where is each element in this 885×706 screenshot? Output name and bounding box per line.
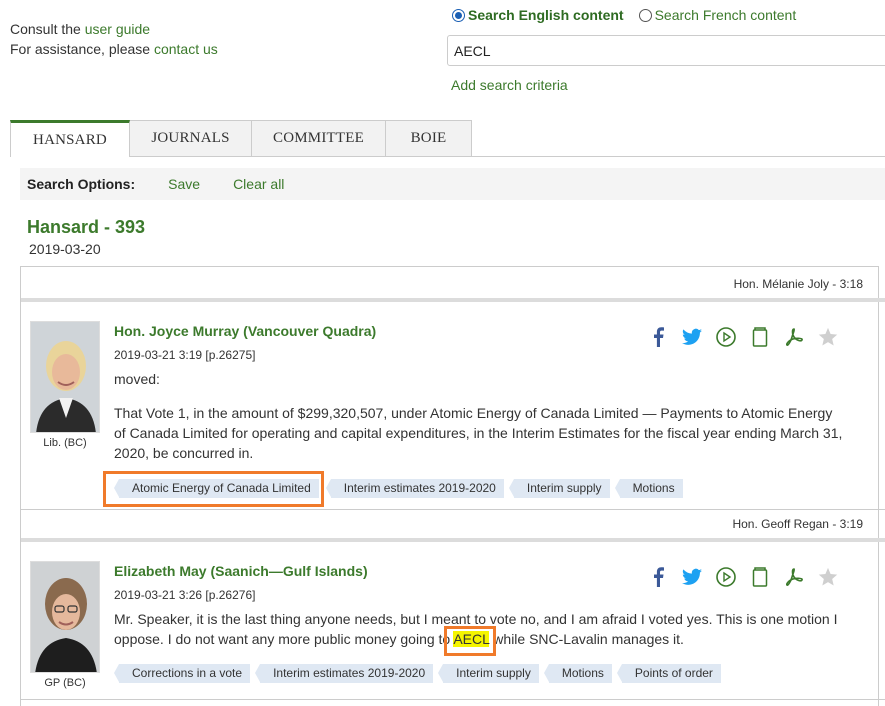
facebook-icon[interactable] <box>648 567 668 587</box>
tag[interactable]: Motions <box>614 479 683 498</box>
tab-hansard[interactable]: HANSARD <box>10 120 130 157</box>
intervention-meta: 2019-03-21 3:19 [p.26275] <box>114 348 256 362</box>
save-button[interactable]: Save <box>168 176 200 192</box>
intervention-text: That Vote 1, in the amount of $299,320,5… <box>114 405 843 461</box>
mp-photo[interactable] <box>30 561 100 673</box>
tab-boie[interactable]: BOIE <box>386 120 472 157</box>
tab-bar: HANSARD JOURNALS COMMITTEE BOIE <box>10 120 472 157</box>
search-options-bar: Search Options: Save Clear all <box>20 168 885 200</box>
tag[interactable]: Corrections in a vote <box>113 664 251 683</box>
party-label: Lib. (BC) <box>43 437 87 449</box>
play-video-icon[interactable] <box>716 567 736 587</box>
user-guide-line: Consult the user guide <box>10 21 151 37</box>
search-options-label: Search Options: <box>27 176 136 192</box>
party-label: GP (BC) <box>44 677 86 689</box>
search-french-option[interactable]: Search French content <box>638 7 796 23</box>
pdf-icon[interactable] <box>784 327 804 347</box>
user-guide-link[interactable]: user guide <box>85 21 150 37</box>
mp-name-link[interactable]: Hon. Joyce Murray (Vancouver Quadra) <box>114 323 376 339</box>
mp-photo[interactable] <box>30 321 100 433</box>
hansard-date: 2019-03-20 <box>29 241 101 257</box>
twitter-icon[interactable] <box>682 567 702 587</box>
pdf-icon[interactable] <box>784 567 804 587</box>
contact-line: For assistance, please contact us <box>10 41 218 57</box>
book-icon[interactable] <box>750 327 770 347</box>
tag[interactable]: Interim supply <box>438 664 539 683</box>
clear-all-button[interactable]: Clear all <box>233 176 284 192</box>
french-radio[interactable] <box>638 8 652 22</box>
tab-committee[interactable]: COMMITTEE <box>252 120 386 157</box>
portrait-image <box>31 562 99 672</box>
moved-label: moved: <box>114 371 160 387</box>
tag[interactable]: Atomic Energy of Canada Limited <box>114 479 319 498</box>
star-icon[interactable] <box>818 327 838 347</box>
hansard-title: Hansard - 393 <box>27 217 146 237</box>
tag[interactable]: Interim estimates 2019-2020 <box>325 479 504 498</box>
star-icon[interactable] <box>818 567 838 587</box>
book-icon[interactable] <box>750 567 770 587</box>
highlight-box-hit <box>444 626 496 656</box>
tag-list: Atomic Energy of Canada Limited Interim … <box>114 479 693 498</box>
twitter-icon[interactable] <box>682 327 702 347</box>
result-divider <box>21 538 885 542</box>
search-english-option[interactable]: Search English content <box>452 7 624 23</box>
tag[interactable]: Motions <box>543 664 612 683</box>
result-divider <box>21 298 885 302</box>
previous-speaker[interactable]: Hon. Geoff Regan - 3:19 <box>21 517 885 531</box>
share-icons <box>648 327 852 347</box>
contact-us-link[interactable]: contact us <box>154 41 218 57</box>
tag[interactable]: Interim estimates 2019-2020 <box>255 664 434 683</box>
english-radio[interactable] <box>452 8 465 22</box>
result-divider <box>21 509 885 510</box>
mp-name-link[interactable]: Elizabeth May (Saanich—Gulf Islands) <box>114 563 368 579</box>
play-video-icon[interactable] <box>716 327 736 347</box>
tab-divider <box>130 156 885 157</box>
facebook-icon[interactable] <box>648 327 668 347</box>
tab-journals[interactable]: JOURNALS <box>130 120 252 157</box>
share-icons <box>648 567 852 587</box>
portrait-image <box>31 322 99 432</box>
language-selector: Search English content Search French con… <box>452 7 796 23</box>
tag[interactable]: Interim supply <box>508 479 610 498</box>
previous-speaker[interactable]: Hon. Mélanie Joly - 3:18 <box>21 277 885 291</box>
result-divider <box>21 699 885 700</box>
search-input[interactable] <box>447 35 885 66</box>
tag[interactable]: Points of order <box>616 664 721 683</box>
tag-list: Corrections in a vote Interim estimates … <box>113 664 731 683</box>
add-search-criteria-link[interactable]: Add search criteria <box>451 77 568 93</box>
help-text: Consult the user guide For assistance, p… <box>10 19 218 59</box>
intervention-meta: 2019-03-21 3:26 [p.26276] <box>114 588 256 602</box>
results-list: Hon. Mélanie Joly - 3:18 Lib. (BC) Hon. … <box>20 266 885 706</box>
